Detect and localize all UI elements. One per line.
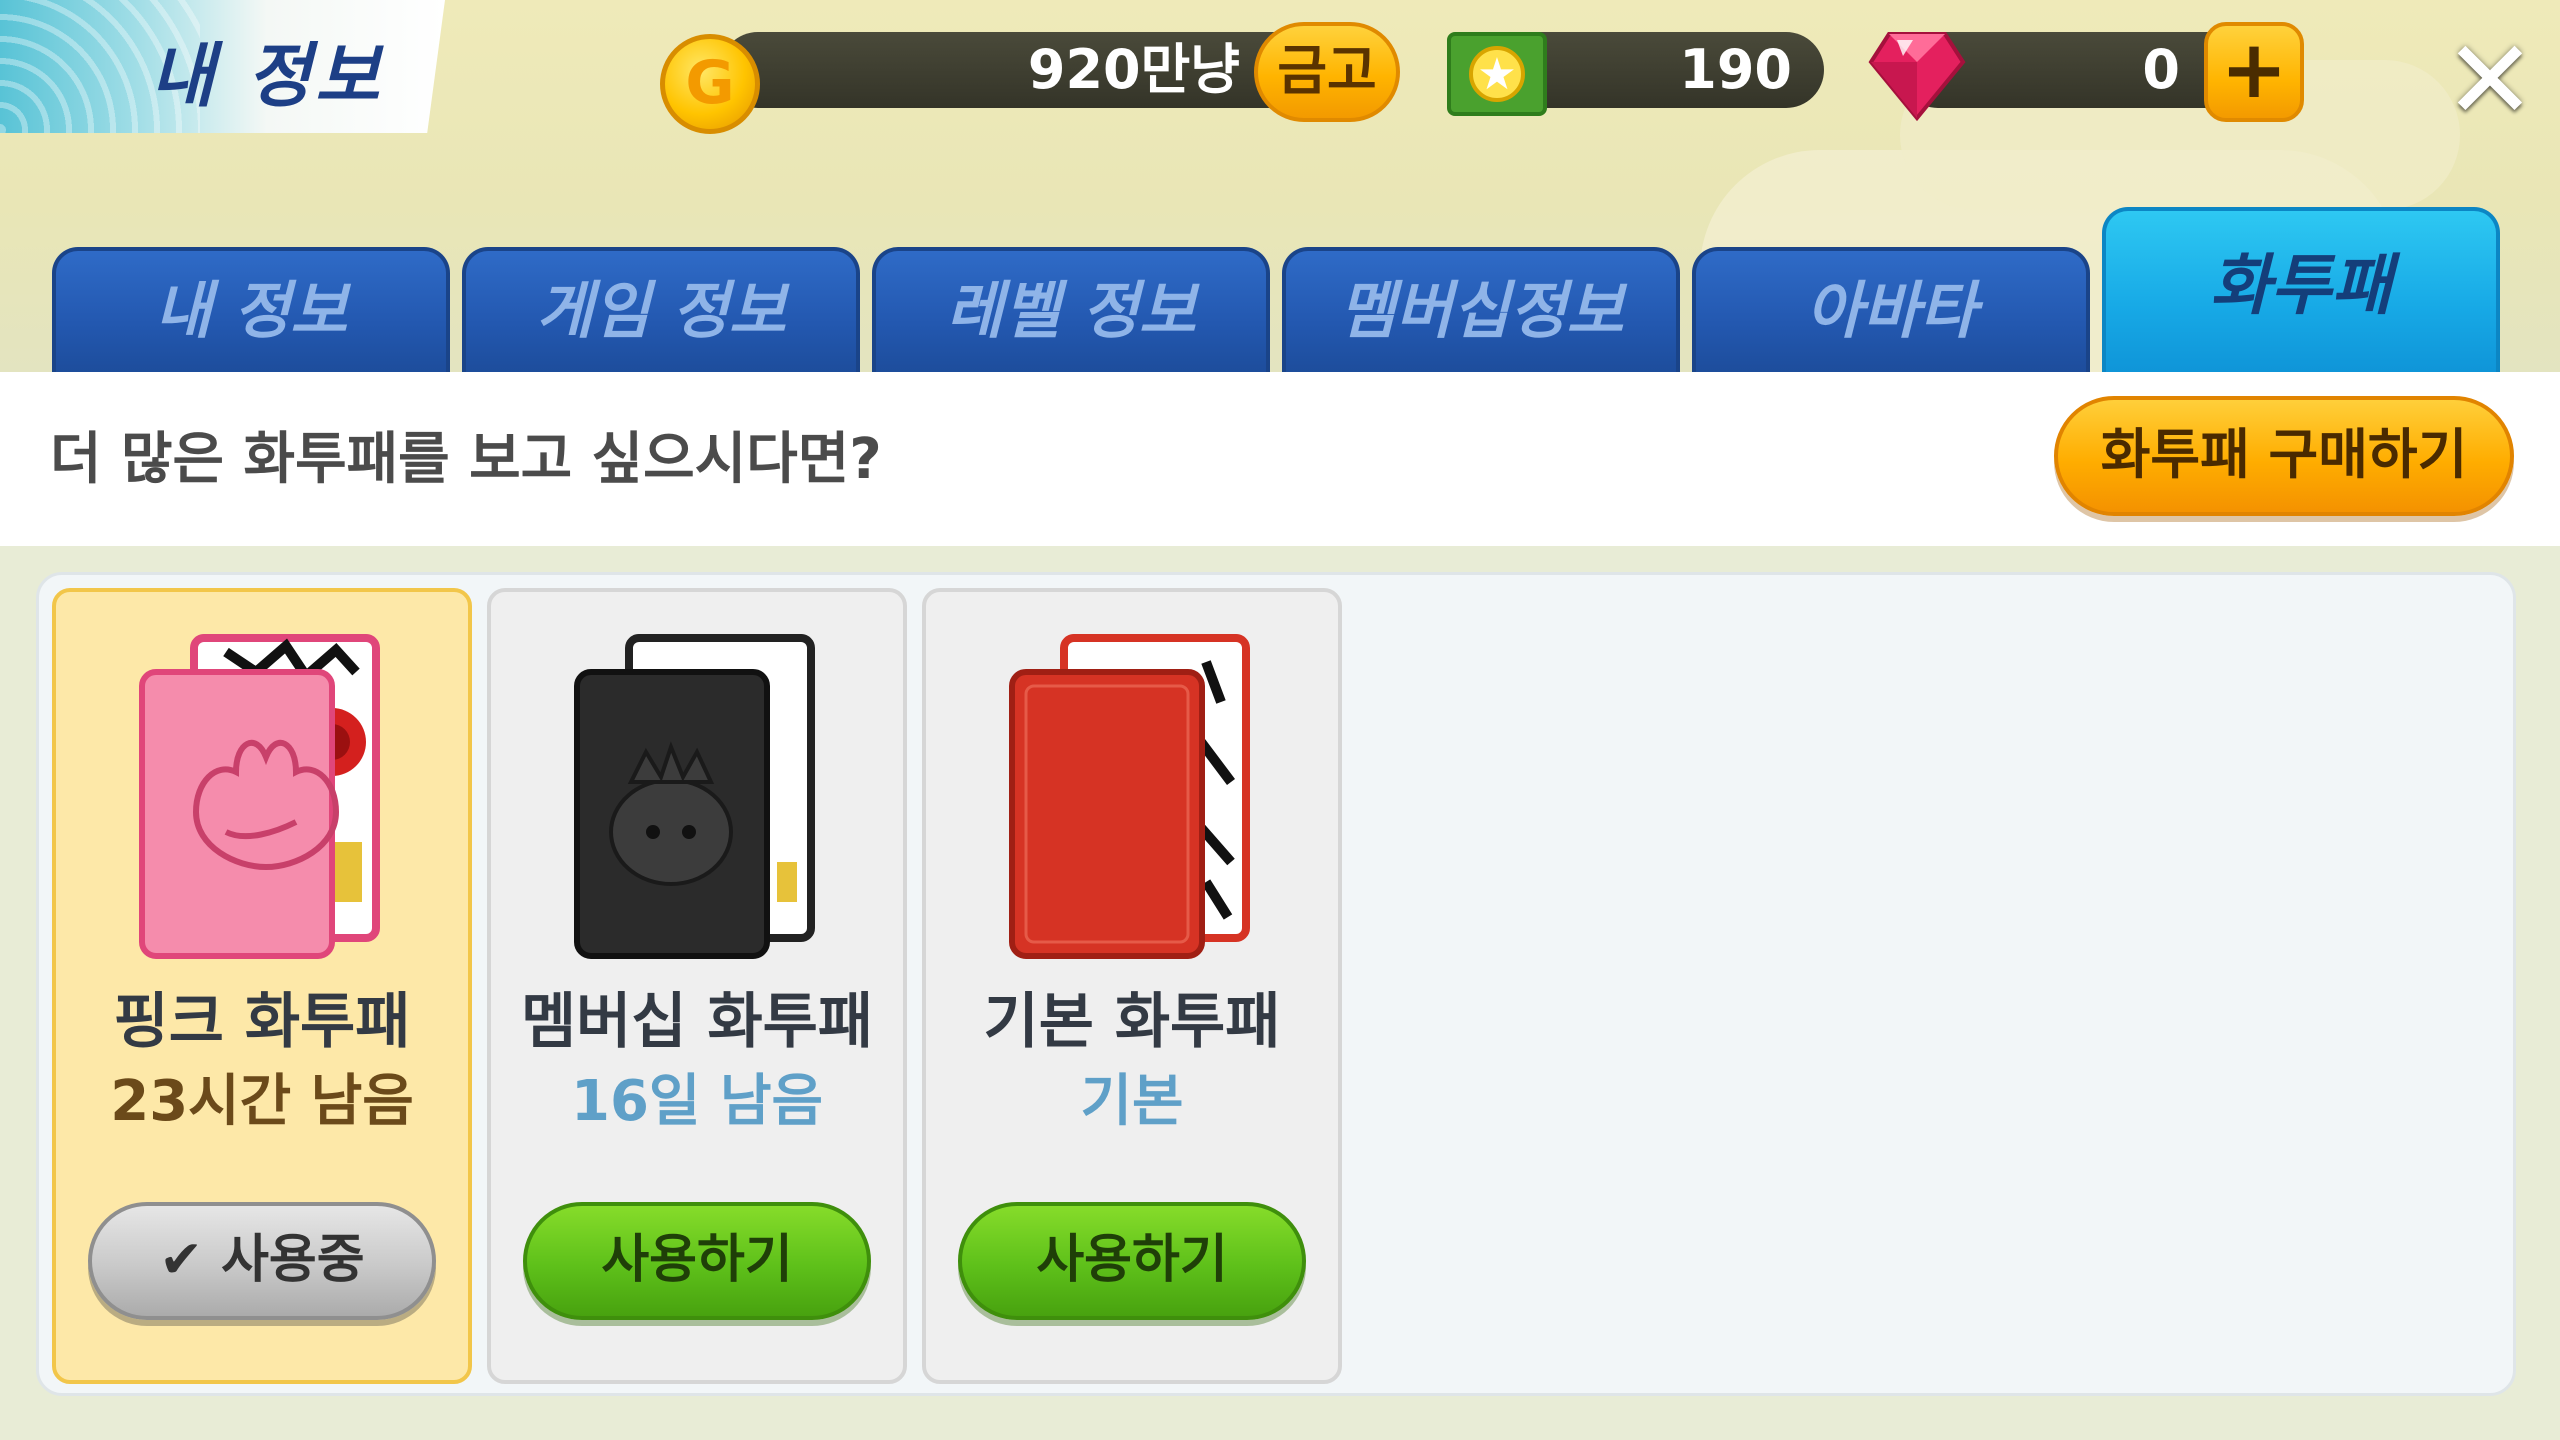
membership-card-art-icon: [574, 634, 815, 959]
gem-count: 0: [2142, 38, 2180, 101]
in-use-button[interactable]: ✔ 사용중: [88, 1202, 436, 1320]
add-gems-button[interactable]: +: [2204, 22, 2304, 122]
card-deck-item-pink[interactable]: 핑크 화투패 23시간 남음 ✔ 사용중: [52, 588, 472, 1384]
use-button[interactable]: 사용하기: [958, 1202, 1306, 1320]
star-icon: ★: [1469, 46, 1525, 102]
ticket-icon: ★: [1447, 32, 1547, 116]
use-button[interactable]: 사용하기: [523, 1202, 871, 1320]
page-title: 내 정보: [150, 35, 384, 117]
buy-card-deck-button[interactable]: 화투패 구매하기: [2054, 396, 2514, 516]
gold-amount: 920만냥: [1027, 38, 1240, 101]
card-deck-name: 기본 화투패: [983, 987, 1281, 1057]
vault-button[interactable]: 금고: [1254, 22, 1400, 122]
gem-icon: [1868, 32, 1966, 122]
promo-banner: 더 많은 화투패를 보고 싶으시다면? 화투패 구매하기: [0, 372, 2560, 546]
tab-avatar[interactable]: 아바타: [1692, 247, 2090, 372]
tab-card-deck[interactable]: 화투패: [2102, 207, 2500, 372]
card-deck-status: 23시간 남음: [110, 1069, 414, 1134]
card-deck-status: 기본: [1080, 1069, 1184, 1134]
tab-level-info[interactable]: 레벨 정보: [872, 247, 1270, 372]
gold-coin-icon: G: [660, 34, 760, 134]
card-deck-item-membership[interactable]: 멤버십 화투패 16일 남음 사용하기: [487, 588, 907, 1384]
card-deck-name: 멤버십 화투패: [520, 987, 874, 1057]
basic-card-art-icon: [1009, 634, 1250, 959]
close-button[interactable]: ✕: [2440, 25, 2540, 135]
promo-text: 더 많은 화투패를 보고 싶으시다면?: [50, 427, 882, 492]
tab-membership-info[interactable]: 멤버십정보: [1282, 247, 1680, 372]
tab-my-info[interactable]: 내 정보: [52, 247, 450, 372]
ticket-count: 190: [1679, 38, 1792, 101]
tab-game-info[interactable]: 게임 정보: [462, 247, 860, 372]
card-deck-status: 16일 남음: [571, 1069, 823, 1134]
top-header: 내 정보 920만냥 G 금고 ★ 190 0 + ✕ 내 정보 게임 정보 레…: [0, 0, 2560, 372]
card-deck-item-basic[interactable]: 기본 화투패 기본 사용하기: [922, 588, 1342, 1384]
card-deck-name: 핑크 화투패: [113, 987, 411, 1057]
pink-card-art-icon: [139, 634, 380, 959]
